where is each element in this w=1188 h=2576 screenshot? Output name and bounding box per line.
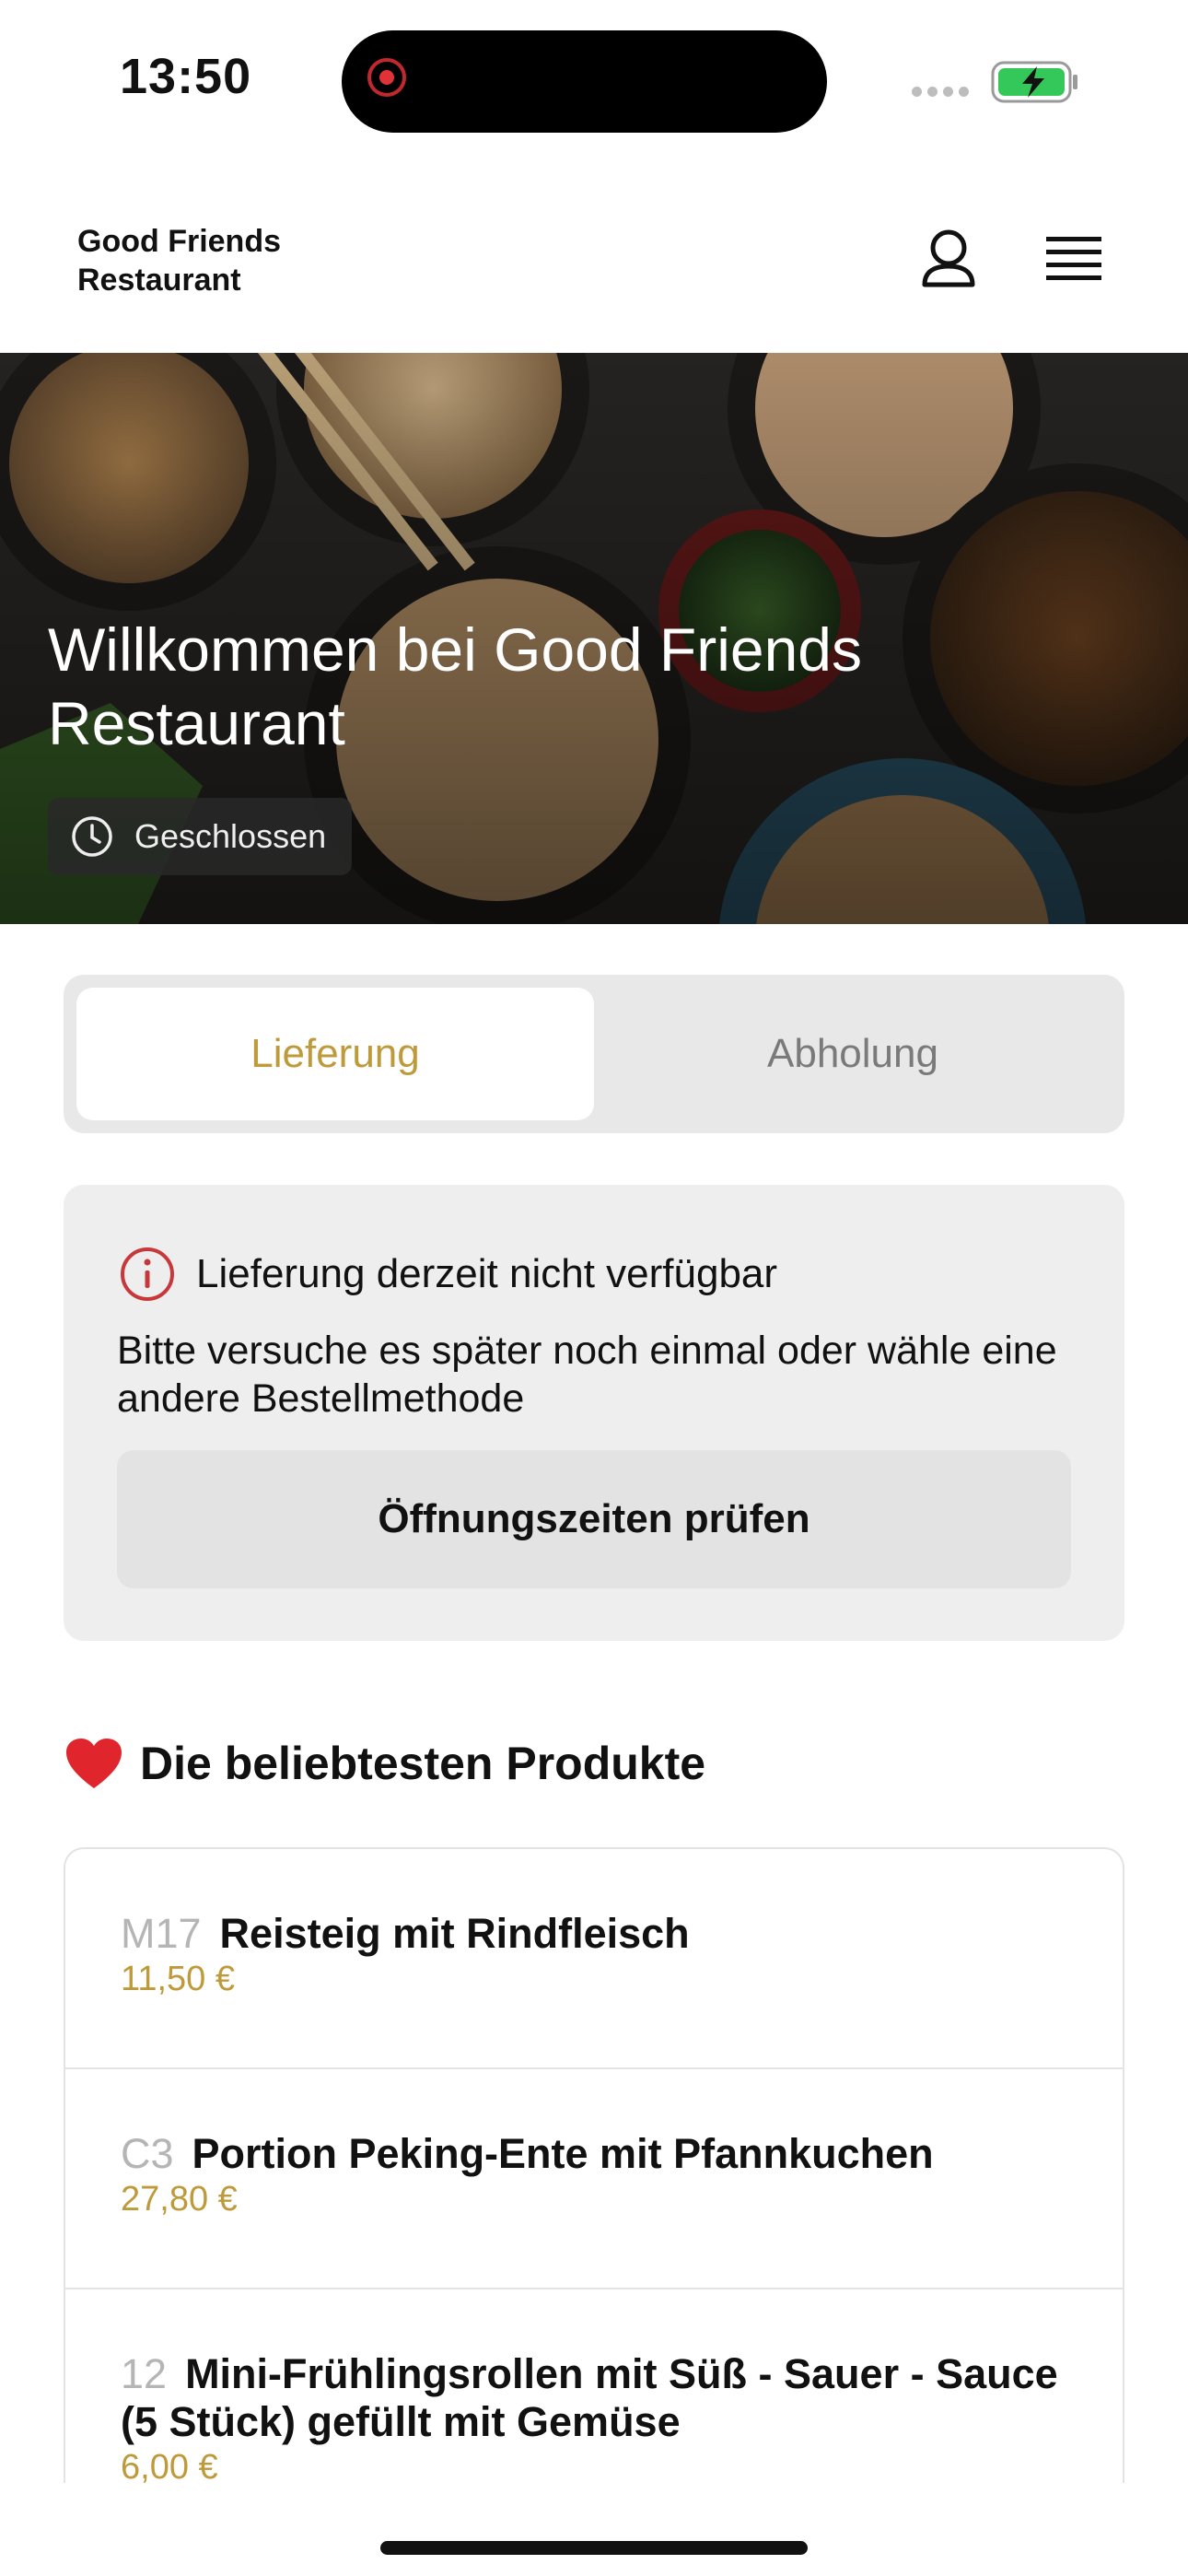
hero-title: Willkommen bei Good Friends Restaurant [48, 615, 862, 757]
home-indicator[interactable] [380, 2541, 808, 2555]
signal-icon [912, 85, 976, 98]
popular-products-heading: Die beliebtesten Produkte [64, 1737, 705, 1790]
brand-line-2: Restaurant [77, 263, 241, 298]
status-time: 13:50 [120, 49, 252, 104]
notice-description: Bitte versuche es später noch einmal ode… [117, 1329, 1057, 1421]
popular-products-title: Die beliebtesten Produkte [140, 1738, 706, 1789]
clock-icon [72, 816, 112, 857]
check-opening-hours-button[interactable]: Öffnungszeiten prüfen [117, 1450, 1071, 1588]
product-code: M17 [121, 1910, 202, 1957]
product-name: Portion Peking-Ente mit Pfannkuchen [192, 2130, 934, 2177]
brand-line-1: Good Friends [77, 224, 281, 259]
battery-charging-icon [991, 61, 1077, 103]
product-name: Reisteig mit Rindfleisch [219, 1910, 690, 1957]
opening-status-badge[interactable]: Geschlossen [48, 798, 353, 875]
order-mode-toggle: Lieferung Abholung [64, 975, 1124, 1133]
opening-status-label: Geschlossen [134, 817, 327, 855]
tab-delivery[interactable]: Lieferung [76, 988, 594, 1120]
heart-icon [66, 1739, 122, 1788]
recording-indicator-icon [367, 58, 406, 97]
popular-products-list: M17 Reisteig mit Rindfleisch 11,50 € C3 Po… [64, 1847, 1124, 2483]
dynamic-island [342, 30, 827, 133]
notice-title: Lieferung derzeit nicht verfügbar [196, 1251, 778, 1296]
status-bar: 13:50 [0, 0, 1188, 161]
product-name: Mini-Frühlingsrollen mit Süß - Sauer - S… [121, 2350, 1058, 2445]
product-item[interactable]: C3 Portion Peking-Ente mit Pfannkuchen 27… [65, 2069, 1123, 2289]
product-item[interactable]: 12 Mini-Frühlingsrollen mit Süß - Sauer -… [65, 2289, 1123, 2483]
product-price: 11,50 € [121, 1960, 235, 1998]
product-code: 12 [121, 2350, 168, 2397]
restaurant-logo-text[interactable]: Good Friends Restaurant [77, 222, 281, 299]
delivery-unavailable-notice: Lieferung derzeit nicht verfügbar Bitte … [64, 1185, 1124, 1641]
product-code: C3 [121, 2130, 174, 2177]
product-price: 6,00 € [121, 2448, 218, 2483]
notice-header: Lieferung derzeit nicht verfügbar [119, 1246, 777, 1303]
hamburger-menu-icon[interactable] [1041, 229, 1107, 290]
app-header: Good Friends Restaurant [0, 161, 1188, 353]
info-icon [121, 1247, 174, 1301]
hero-banner: Willkommen bei Good Friends Restaurant G… [0, 353, 1188, 924]
user-account-icon[interactable] [912, 224, 985, 298]
product-price: 27,80 € [121, 2180, 238, 2219]
tab-pickup[interactable]: Abholung [594, 988, 1112, 1120]
product-item[interactable]: M17 Reisteig mit Rindfleisch 11,50 € [65, 1849, 1123, 2069]
